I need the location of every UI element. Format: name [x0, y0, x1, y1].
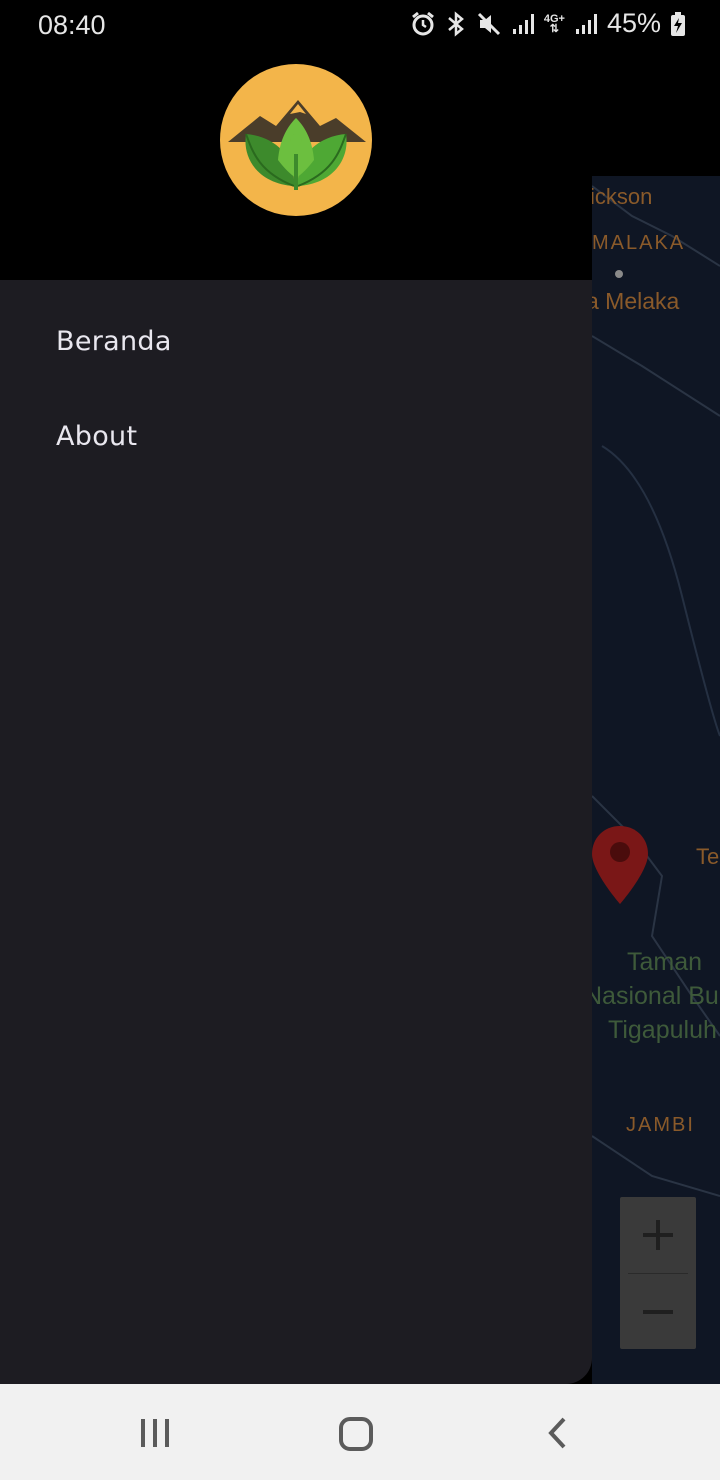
map-pin-icon[interactable] — [592, 824, 652, 913]
status-icons: 4G+ ⇅ 45% — [410, 8, 686, 39]
back-icon — [548, 1417, 566, 1449]
map-label: Te — [696, 844, 720, 869]
map-label: JAMBI — [626, 1114, 695, 1136]
zoom-controls — [620, 1197, 696, 1349]
mute-icon — [476, 11, 502, 37]
recent-apps-button[interactable] — [138, 1416, 172, 1455]
map-label: Tigapuluh — [608, 1016, 717, 1044]
bluetooth-icon — [445, 10, 467, 37]
network-label: 4G+ — [543, 12, 565, 25]
mountain-leaves-logo — [228, 100, 366, 190]
map-label: ickson — [592, 184, 653, 209]
battery-percent: 45% — [606, 8, 661, 38]
signal-icon-2 — [574, 12, 598, 36]
status-time: 08:40 — [38, 10, 106, 40]
map-label: MALAKA — [592, 232, 686, 254]
back-button[interactable] — [544, 1416, 574, 1455]
status-bar: 08:40 4G+ ⇅ 45% — [0, 0, 720, 50]
navigation-drawer: Beranda About — [0, 50, 592, 1384]
alarm-icon — [410, 11, 436, 37]
zoom-out-button[interactable] — [620, 1274, 696, 1350]
map-label: a Melaka — [592, 288, 680, 314]
map-view[interactable]: ickson MALAKA a Melaka Te Taman Nasional… — [592, 176, 720, 1384]
network-4g-icon: 4G+ ⇅ — [543, 12, 565, 35]
drawer-item-beranda[interactable]: Beranda — [56, 326, 172, 357]
drawer-item-about[interactable]: About — [56, 421, 137, 452]
drawer-header — [0, 50, 592, 280]
map-label: Taman — [627, 948, 703, 976]
battery-charging-icon — [670, 11, 686, 37]
minus-icon — [643, 1310, 673, 1314]
zoom-in-button[interactable] — [620, 1197, 696, 1273]
recent-apps-icon — [141, 1419, 169, 1447]
map-label: Nasional Bu — [592, 982, 719, 1010]
app-logo — [220, 64, 372, 216]
signal-icon — [511, 12, 535, 36]
system-nav-bar — [0, 1384, 720, 1480]
plus-icon — [643, 1220, 673, 1250]
home-icon — [339, 1417, 373, 1451]
home-button[interactable] — [338, 1416, 374, 1457]
